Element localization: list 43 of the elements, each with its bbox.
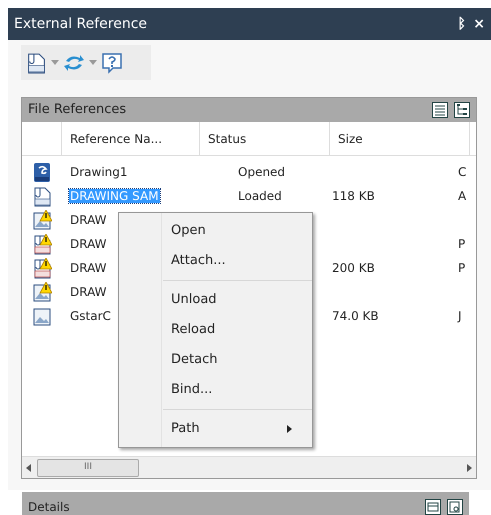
scroll-thumb[interactable]: III [37,458,139,476]
refresh-icon[interactable] [63,52,85,72]
menu-item[interactable]: Attach... [119,246,312,276]
reference-name[interactable]: DRAW [69,213,108,227]
table-cell: J [458,309,462,323]
section-title: Details [28,499,70,515]
tree-view-icon[interactable] [454,102,470,118]
table-cell: P [458,261,466,275]
size-text: 118 KB [332,189,375,203]
submenu-arrow-icon [287,425,292,433]
menu-item[interactable]: Reload [119,315,312,345]
details-icon[interactable] [425,499,441,515]
pin-button[interactable]: ᛒ [457,14,466,34]
help-icon[interactable] [101,52,123,74]
table-cell: C [458,165,466,179]
section-title: File References [28,101,126,120]
reference-name[interactable]: DRAW [69,237,108,251]
size-text: 74.0 KB [332,309,379,323]
reference-name[interactable]: DRAW [69,261,108,275]
column-header[interactable]: Size [330,122,470,155]
close-button[interactable]: × [473,14,485,34]
reference-name[interactable]: Drawing1 [69,165,129,179]
menu-item[interactable]: Detach [119,345,312,375]
column-header[interactable]: Status [200,122,330,155]
menu-item[interactable]: Open [119,216,312,246]
size-text: 200 KB [332,261,375,275]
status-text: Loaded [238,189,282,203]
attach-drawing-icon[interactable] [25,52,47,74]
scroll-right-icon[interactable] [467,464,472,472]
column-header[interactable]: Reference Na... [62,122,200,155]
table-cell: A [458,189,466,203]
reference-name[interactable]: DRAW [69,285,108,299]
status-text: Opened [238,165,286,179]
preview-icon[interactable] [447,499,463,515]
menu-item[interactable]: Unload [119,285,312,315]
table-cell: P [458,237,466,251]
menu-item[interactable]: Path [119,414,312,444]
menu-item[interactable]: Bind... [119,375,312,405]
window-title: External Reference [14,14,148,34]
horizontal-scrollbar[interactable]: III [22,456,476,478]
list-view-icon[interactable] [432,102,448,118]
scroll-left-icon[interactable] [26,464,31,472]
reference-name[interactable]: GstarC [69,309,112,323]
